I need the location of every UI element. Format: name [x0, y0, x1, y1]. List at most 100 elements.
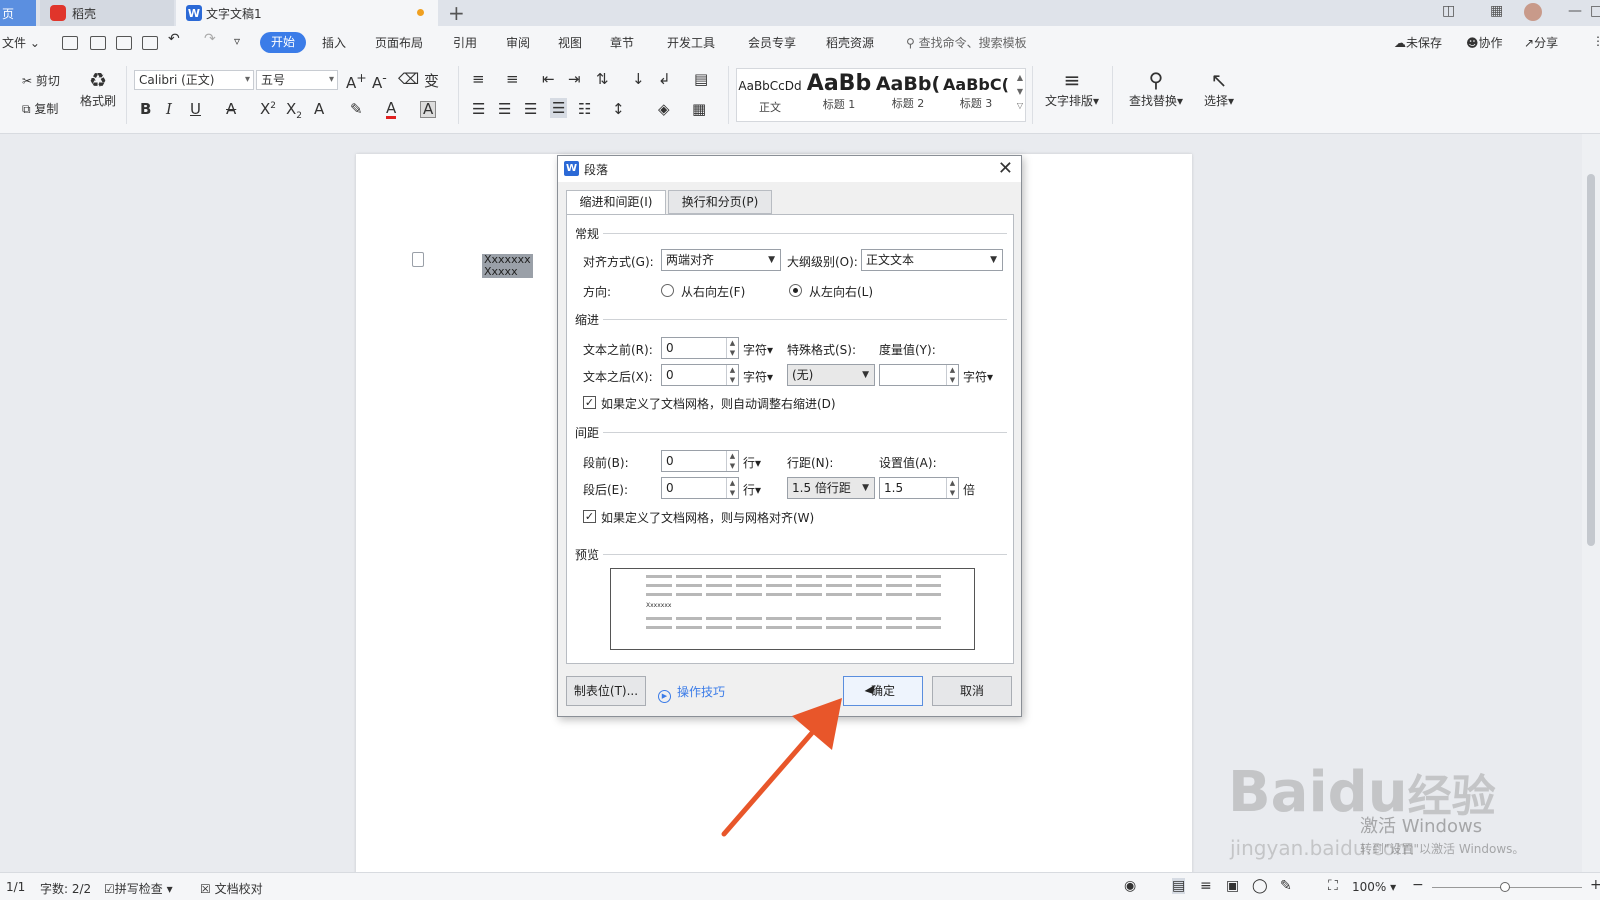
measure-input[interactable]: ▲ ▼	[879, 364, 959, 386]
menu-section[interactable]: 章节	[610, 34, 634, 51]
page-indicator[interactable]: 1/1	[6, 880, 25, 894]
italic-icon[interactable]: I	[166, 100, 172, 118]
spinner-arrows-icon[interactable]: ▲ ▼	[726, 451, 738, 471]
space-after-input[interactable]: 0 ▲ ▼	[661, 477, 739, 499]
text-effect-icon[interactable]: A	[314, 100, 324, 118]
maximize-icon[interactable]: □	[1590, 3, 1600, 19]
command-search[interactable]: ⚲ 查找命令、搜索模板	[906, 34, 1027, 51]
close-icon[interactable]: ✕	[998, 158, 1013, 179]
table-ruler-icon[interactable]: ▤	[694, 70, 708, 88]
web-view-icon[interactable]: ◯	[1252, 878, 1268, 894]
auto-adjust-checkbox[interactable]: ✓	[583, 396, 596, 409]
find-replace-button[interactable]: ⚲ 查找替换▾	[1122, 68, 1190, 109]
proofread-button[interactable]: ☒ 文档校对	[200, 880, 263, 897]
collab-button[interactable]: ☻协作	[1466, 34, 1503, 51]
avatar[interactable]	[1524, 3, 1542, 21]
indent-before-input[interactable]: 0 ▲ ▼	[661, 337, 739, 359]
format-painter-button[interactable]: ♻ 格式刷	[78, 68, 118, 109]
special-format-select[interactable]: (无)	[787, 364, 875, 386]
tab-stops-button[interactable]: 制表位(T)...	[566, 676, 646, 706]
menu-file[interactable]: 文件 ⌄	[2, 34, 40, 51]
zoom-out-button[interactable]: −	[1412, 877, 1424, 893]
menu-review[interactable]: 审阅	[506, 34, 530, 51]
align-center-icon[interactable]: ☰	[498, 100, 511, 118]
paste-options-icon[interactable]	[412, 252, 424, 267]
menu-member[interactable]: 会员专享	[748, 34, 796, 51]
tab-indent-spacing[interactable]: 缩进和间距(I)	[566, 190, 666, 215]
menu-home[interactable]: 开始	[260, 32, 306, 53]
indent-after-unit[interactable]: 字符▾	[743, 368, 773, 385]
gallery-scroll-icon[interactable]: ▲ ▼ ▽	[1017, 71, 1023, 113]
fit-page-icon[interactable]: ⛶	[1328, 878, 1338, 894]
line-spacing-select[interactable]: 1.5 倍行距	[787, 477, 875, 499]
set-value-input[interactable]: 1.5 ▲ ▼	[879, 477, 959, 499]
unsaved-button[interactable]: ☁未保存	[1394, 34, 1442, 51]
document-text[interactable]: Xxxxxxx Xxxxx	[482, 254, 533, 278]
new-tab-button[interactable]: +	[448, 1, 465, 25]
font-name-select[interactable]: Calibri (正文)	[134, 70, 254, 90]
spinner-arrows-icon[interactable]: ▲ ▼	[726, 338, 738, 358]
underline-icon[interactable]: U	[190, 100, 201, 118]
tab-document[interactable]: W 文字文稿1	[176, 0, 438, 26]
ltr-radio[interactable]	[789, 284, 802, 297]
char-shading-icon[interactable]: A	[420, 101, 437, 118]
strikethrough-icon[interactable]: A	[226, 100, 236, 118]
snap-grid-checkbox[interactable]: ✓	[583, 510, 596, 523]
cut-button[interactable]: ✂ 剪切	[22, 72, 60, 89]
reading-view-icon[interactable]: ▣	[1226, 878, 1239, 894]
spinner-arrows-icon[interactable]: ▲ ▼	[726, 365, 738, 385]
save-icon[interactable]	[62, 36, 78, 50]
clear-format-icon[interactable]: ⌫	[398, 70, 419, 88]
font-color-icon[interactable]: A	[386, 100, 397, 119]
style-heading-2[interactable]: AaBb( 标题 2	[875, 69, 941, 121]
rtl-radio[interactable]	[661, 284, 674, 297]
scrollbar-thumb[interactable]	[1587, 174, 1595, 546]
menu-developer[interactable]: 开发工具	[667, 34, 715, 51]
share-button[interactable]: ↗分享	[1524, 34, 1558, 51]
word-count[interactable]: 字数: 2/2	[40, 880, 91, 897]
zoom-select[interactable]: 100% ▾	[1352, 880, 1396, 894]
text-direction-icon[interactable]: ⇅	[596, 70, 609, 88]
tab-home[interactable]: 页	[0, 0, 36, 26]
print-preview-icon[interactable]	[142, 36, 158, 50]
menu-view[interactable]: 视图	[558, 34, 582, 51]
write-mode-icon[interactable]: ✎	[1280, 878, 1292, 894]
style-heading-1[interactable]: AaBb 标题 1	[805, 69, 873, 121]
style-normal[interactable]: AaBbCcDd 正文	[737, 69, 803, 121]
style-heading-3[interactable]: AaBbC( 标题 3	[943, 69, 1009, 121]
undo-icon[interactable]: ↶	[168, 31, 180, 47]
phonetic-icon[interactable]: 变	[424, 70, 439, 91]
spinner-arrows-icon[interactable]: ▲ ▼	[946, 478, 958, 498]
spinner-arrows-icon[interactable]: ▲ ▼	[726, 478, 738, 498]
sort-icon[interactable]: ↓	[632, 70, 645, 88]
customize-toolbar-icon[interactable]: ▿	[234, 34, 240, 48]
zoom-in-button[interactable]: +	[1590, 877, 1600, 893]
indent-after-input[interactable]: 0 ▲ ▼	[661, 364, 739, 386]
align-right-icon[interactable]: ☰	[524, 100, 537, 118]
text-layout-button[interactable]: ≡ 文字排版▾	[1040, 68, 1104, 109]
space-before-unit[interactable]: 行▾	[743, 454, 761, 471]
menu-insert[interactable]: 插入	[322, 34, 346, 51]
justify-icon[interactable]: ☰	[550, 98, 568, 118]
borders-icon[interactable]: ▦	[692, 100, 706, 118]
tab-daoke[interactable]: 稻壳	[40, 0, 174, 26]
tab-line-page-break[interactable]: 换行和分页(P)	[668, 190, 772, 214]
export-icon[interactable]	[90, 36, 106, 50]
menu-daoke-resources[interactable]: 稻壳资源	[826, 34, 874, 51]
font-shrink-icon[interactable]: A-	[372, 70, 387, 92]
subscript-icon[interactable]: X2	[286, 100, 302, 121]
layout-icon[interactable]: ◫	[1442, 3, 1455, 19]
zoom-slider-handle[interactable]	[1500, 882, 1510, 892]
spell-check-button[interactable]: ☑拼写检查 ▾	[104, 880, 173, 897]
bold-icon[interactable]: B	[140, 100, 151, 118]
indent-before-unit[interactable]: 字符▾	[743, 341, 773, 358]
menu-page-layout[interactable]: 页面布局	[375, 34, 423, 51]
spinner-arrows-icon[interactable]: ▲ ▼	[946, 365, 958, 385]
bullet-list-icon[interactable]: ≡	[472, 70, 485, 88]
apps-grid-icon[interactable]: ▦	[1490, 3, 1503, 19]
line-break-icon[interactable]: ↲	[658, 70, 671, 88]
increase-indent-icon[interactable]: ⇥	[568, 70, 581, 88]
page-view-icon[interactable]: ▤	[1172, 878, 1186, 894]
distribute-icon[interactable]: ☷	[578, 100, 591, 118]
minimize-icon[interactable]: —	[1568, 3, 1582, 19]
